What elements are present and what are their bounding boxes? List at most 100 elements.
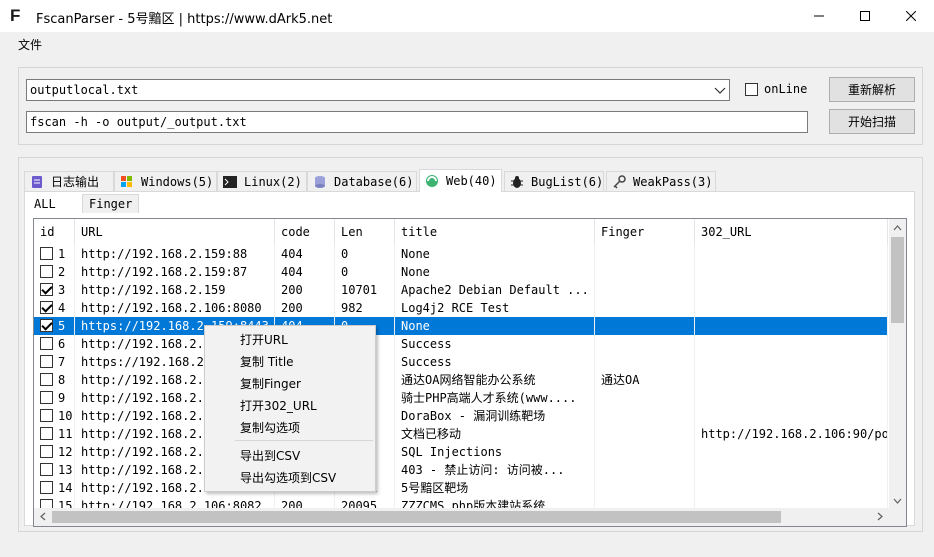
file-combobox[interactable]: outputlocal.txt <box>26 79 730 101</box>
table-row[interactable]: 1 http://192.168.2.159:88 404 0 None <box>34 245 888 263</box>
cell-r302 <box>695 335 888 353</box>
chevron-down-icon[interactable] <box>714 85 726 95</box>
row-checkbox[interactable] <box>40 283 53 296</box>
tab-linux[interactable]: Linux(2) <box>217 171 307 191</box>
menu-copy-checked[interactable]: 复制勾选项 <box>240 419 300 436</box>
online-checkbox[interactable] <box>745 83 758 96</box>
menu-export-csv[interactable]: 导出到CSV <box>240 447 300 464</box>
row-checkbox[interactable] <box>40 409 53 422</box>
tab-windows[interactable]: Windows(5) <box>114 171 217 191</box>
cell-r302 <box>695 263 888 281</box>
menu-file[interactable]: 文件 <box>12 36 48 53</box>
column-header-302-url[interactable]: 302_URL <box>695 219 888 245</box>
table-row[interactable]: 2 http://192.168.2.159:87 404 0 None <box>34 263 888 281</box>
column-header-finger[interactable]: Finger <box>595 219 695 245</box>
scroll-left-icon[interactable] <box>34 508 51 525</box>
table-row[interactable]: 6 http://192.168.2.1 Success <box>34 335 888 353</box>
cell-finger <box>595 281 695 299</box>
row-checkbox[interactable] <box>40 391 53 404</box>
row-id: 13 <box>58 463 73 477</box>
table-row[interactable]: 11 http://192.168.2.1 文档已移动 http://192.168.… <box>34 425 888 443</box>
column-header-code[interactable]: code <box>275 219 335 245</box>
cell-len: 0 <box>335 245 395 263</box>
cell-title: SQL Injections <box>395 443 595 461</box>
tab-log[interactable]: 日志输出 <box>24 171 114 191</box>
column-header-len[interactable]: Len <box>335 219 395 245</box>
table-row[interactable]: 3 http://192.168.2.159 200 10701 Apache2 Deb… <box>34 281 888 299</box>
windows-icon <box>119 174 135 190</box>
row-checkbox[interactable] <box>40 247 53 260</box>
cell-title: Success <box>395 353 595 371</box>
cell-title: 403 - 禁止访问: 访问被... <box>395 461 595 479</box>
column-header-id[interactable]: id <box>34 219 75 245</box>
row-checkbox[interactable] <box>40 265 53 278</box>
horizontal-scrollbar[interactable] <box>34 508 906 526</box>
table-row[interactable]: 4 http://192.168.2.106:8080 200 982 Log4j2 R… <box>34 299 888 317</box>
cell-r302 <box>695 479 888 497</box>
vertical-scrollbar[interactable] <box>889 219 906 509</box>
cell-title: None <box>395 263 595 281</box>
row-checkbox[interactable] <box>40 463 53 476</box>
cell-id: 13 <box>34 461 75 479</box>
table-row[interactable]: 12 http://192.168.2.1 SQL Injections <box>34 443 888 461</box>
cell-id: 2 <box>34 263 75 281</box>
horizontal-scroll-thumb[interactable] <box>52 511 781 523</box>
tab-database-label: Database(6) <box>334 174 414 189</box>
table-row[interactable]: 8 http://192.168.2.1 通达OA网络智能办公系统 通达OA <box>34 371 888 389</box>
menu-export-checked-csv[interactable]: 导出勾选项到CSV <box>240 469 336 486</box>
row-checkbox[interactable] <box>40 427 53 440</box>
row-checkbox[interactable] <box>40 301 53 314</box>
table-row[interactable]: 9 http://192.168.2.1 骑士PHP高端人才系统(www.... <box>34 389 888 407</box>
table-row[interactable]: 14http://192.168.2.106200323215号黯区靶场 <box>34 479 888 497</box>
cell-id: 8 <box>34 371 75 389</box>
vertical-scroll-thumb[interactable] <box>891 237 904 323</box>
cell-finger: 通达OA <box>595 371 695 389</box>
start-scan-button[interactable]: 开始扫描 <box>829 109 915 134</box>
cell-url: http://192.168.2.159:87 <box>75 263 275 281</box>
tab-buglist-label: BugList(6) <box>531 174 604 189</box>
command-field[interactable]: fscan -h -o output/_output.txt <box>26 111 808 133</box>
cell-finger <box>595 443 695 461</box>
subtab-finger[interactable]: Finger <box>82 194 140 213</box>
table-row[interactable]: 7 https://192.168.2. Success <box>34 353 888 371</box>
menu-open-url[interactable]: 打开URL <box>240 331 288 348</box>
reparse-button[interactable]: 重新解析 <box>829 77 915 102</box>
row-checkbox[interactable] <box>40 481 53 494</box>
cell-finger <box>595 479 695 497</box>
row-checkbox[interactable] <box>40 373 53 386</box>
row-checkbox[interactable] <box>40 319 53 332</box>
menu-copy-finger[interactable]: 复制Finger <box>240 375 301 392</box>
close-button[interactable] <box>888 0 934 32</box>
minimize-button[interactable] <box>796 0 842 32</box>
tab-web[interactable]: Web(40) <box>419 169 502 192</box>
column-header-url[interactable]: URL <box>75 219 275 245</box>
results-table[interactable]: id URL code Len title Finger 302_URL 1 ht… <box>33 218 907 527</box>
cell-finger <box>595 389 695 407</box>
table-row[interactable]: 10 http://192.168.2.1 DoraBox - 漏洞训练靶场 <box>34 407 888 425</box>
cell-title: 5号黯区靶场 <box>395 479 595 497</box>
row-checkbox[interactable] <box>40 445 53 458</box>
cell-id: 7 <box>34 353 75 371</box>
tab-buglist[interactable]: BugList(6) <box>504 171 604 191</box>
cell-r302 <box>695 407 888 425</box>
row-checkbox[interactable] <box>40 355 53 368</box>
cell-id: 12 <box>34 443 75 461</box>
table-row[interactable]: 13 http://192.168.2.1 403 - 禁止访问: 访问被... <box>34 461 888 479</box>
subtab-all[interactable]: ALL <box>28 194 62 213</box>
menu-copy-title[interactable]: 复制 Title <box>240 353 294 370</box>
tab-weakpass[interactable]: WeakPass(3) <box>606 171 716 191</box>
scroll-right-icon[interactable] <box>871 508 888 525</box>
tab-database[interactable]: Database(6) <box>307 171 417 191</box>
row-id: 3 <box>58 283 66 297</box>
menu-open-302-url[interactable]: 打开302_URL <box>240 397 317 414</box>
column-header-title[interactable]: title <box>395 219 595 245</box>
table-row[interactable]: 5https://192.168.2.159:84434040None <box>34 317 888 335</box>
cell-r302 <box>695 281 888 299</box>
cell-finger <box>595 263 695 281</box>
maximize-button[interactable] <box>842 0 888 32</box>
cell-id: 4 <box>34 299 75 317</box>
scroll-down-icon[interactable] <box>889 492 906 509</box>
row-id: 12 <box>58 445 73 459</box>
row-checkbox[interactable] <box>40 337 53 350</box>
scroll-up-icon[interactable] <box>889 219 906 236</box>
